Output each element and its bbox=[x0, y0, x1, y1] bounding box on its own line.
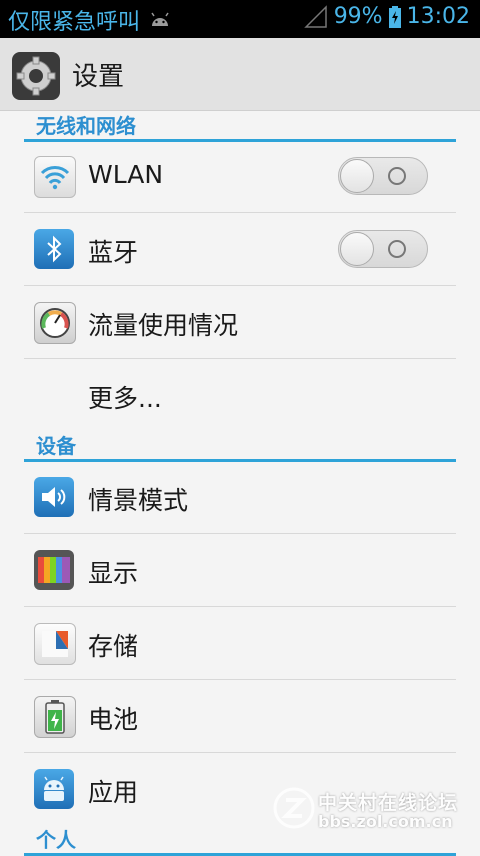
settings-item-label: 电池 bbox=[88, 705, 139, 734]
toggle-knob bbox=[340, 159, 374, 193]
battery-charging-icon bbox=[388, 5, 401, 28]
wifi-icon bbox=[34, 156, 76, 198]
notification-text: 仅限紧急呼叫 bbox=[8, 10, 141, 35]
settings-item-label: 显示 bbox=[88, 559, 139, 588]
settings-item-display[interactable]: 显示 bbox=[24, 534, 456, 607]
zol-logo-icon bbox=[273, 787, 315, 829]
clock: 13:02 bbox=[406, 4, 470, 29]
section-header-device: 设备 bbox=[24, 432, 456, 462]
settings-item-label: WLAN bbox=[88, 160, 164, 189]
settings-item-data-usage[interactable]: 流量使用情况 bbox=[24, 286, 456, 359]
settings-item-sound-profile[interactable]: 情景模式 bbox=[24, 461, 456, 534]
wlan-toggle[interactable] bbox=[338, 157, 428, 195]
settings-item-wlan[interactable]: WLAN bbox=[24, 140, 456, 213]
toggle-knob bbox=[340, 232, 374, 266]
signal-icon bbox=[303, 4, 327, 28]
settings-item-label: 蓝牙 bbox=[88, 238, 139, 267]
page-title: 设置 bbox=[72, 62, 125, 92]
watermark-url: bbs.zol.com.cn bbox=[318, 812, 453, 831]
status-bar: 仅限紧急呼叫 99% 13:02 bbox=[0, 0, 480, 38]
settings-item-battery[interactable]: 电池 bbox=[24, 680, 456, 753]
status-left: 仅限紧急呼叫 bbox=[8, 4, 172, 36]
settings-item-label: 流量使用情况 bbox=[88, 311, 239, 340]
battery-percent: 99% bbox=[333, 4, 383, 29]
settings-item-label: 应用 bbox=[88, 778, 139, 807]
settings-gear-icon[interactable] bbox=[12, 52, 60, 100]
bluetooth-toggle[interactable] bbox=[338, 230, 428, 268]
battery-icon bbox=[34, 696, 76, 738]
settings-item-label: 更多... bbox=[88, 384, 162, 413]
android-icon bbox=[151, 12, 169, 26]
action-bar: 设置 bbox=[0, 38, 480, 111]
bluetooth-icon bbox=[34, 229, 74, 269]
apps-android-icon bbox=[34, 769, 74, 809]
forum-watermark: 中关村在线论坛 bbs.zol.com.cn bbox=[272, 786, 472, 834]
display-icon bbox=[34, 550, 74, 590]
settings-item-more[interactable]: 更多... bbox=[24, 359, 456, 432]
settings-item-label: 情景模式 bbox=[88, 486, 189, 515]
settings-item-bluetooth[interactable]: 蓝牙 bbox=[24, 213, 456, 286]
toggle-off-indicator bbox=[388, 240, 406, 258]
storage-icon bbox=[34, 623, 76, 665]
watermark-title: 中关村在线论坛 bbox=[318, 792, 459, 814]
settings-item-label: 存储 bbox=[88, 632, 139, 661]
toggle-off-indicator bbox=[388, 167, 406, 185]
data-usage-gauge-icon bbox=[34, 302, 76, 344]
sound-profile-icon bbox=[34, 477, 74, 517]
settings-item-storage[interactable]: 存储 bbox=[24, 607, 456, 680]
section-header-wireless: 无线和网络 bbox=[24, 112, 456, 142]
status-right: 99% 13:02 bbox=[303, 4, 470, 29]
